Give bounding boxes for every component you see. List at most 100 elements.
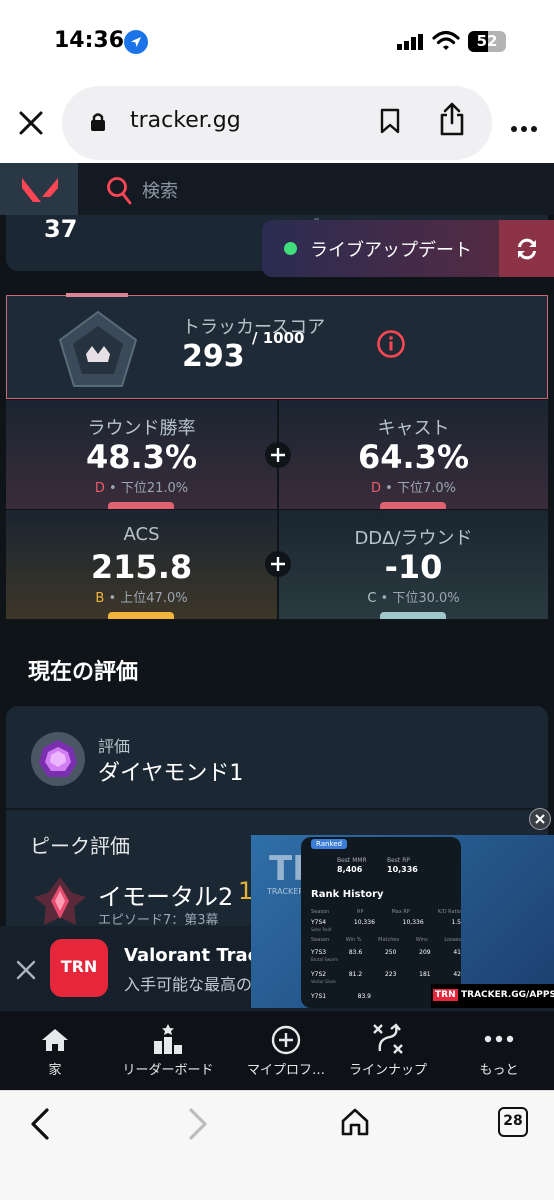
row-wins: 181: [419, 971, 431, 978]
more-icon: [484, 1035, 514, 1043]
stat-value: -10: [384, 548, 443, 586]
row-wins: 209: [419, 949, 431, 956]
battery-icon: 52: [468, 31, 506, 52]
row-win: 83.9: [357, 993, 371, 1000]
video-ad[interactable]: TRN TRACKER NETWORK Ranked Best MMR 8,40…: [251, 835, 554, 1008]
battery-level: 52: [476, 32, 498, 50]
stat-label: ACS: [123, 524, 160, 545]
add-stat-icon[interactable]: [265, 442, 291, 468]
row-season-name: Brutal Swarm: [311, 957, 339, 962]
clock: 14:36: [54, 28, 125, 53]
stat-value: 64.3%: [357, 438, 469, 476]
lock-icon: [90, 112, 106, 136]
stat-percentile: • 下位30.0%: [376, 591, 460, 606]
stat-tile: ラウンド勝率 48.3% D • 下位21.0%: [6, 400, 277, 509]
video-footer: TRN TRACKER.GG/APPS: [431, 984, 554, 1008]
forward-icon[interactable]: [186, 1107, 210, 1145]
address-bar[interactable]: tracker.gg: [62, 86, 492, 160]
footer-logo: TRN: [433, 989, 458, 1001]
tracker-score-max: / 1000: [252, 329, 305, 347]
more-menu-icon[interactable]: [510, 118, 538, 137]
add-circle-icon: [271, 1025, 301, 1055]
rank-history-head-2: Season Win % Matches Wins Losses: [311, 937, 461, 943]
tab-my-profile[interactable]: マイプロフ…: [231, 1011, 341, 1091]
video-phone-frame: Ranked Best MMR 8,406 Best RP 10,336 Ran…: [301, 837, 461, 1008]
row-win: 81.2: [348, 971, 363, 978]
stat-tile: ACS 215.8 B • 上位47.0%: [6, 510, 277, 619]
rank-history-head: Season RP Max RP K/D Ratio: [311, 909, 461, 915]
tab-label: マイプロフ…: [246, 1063, 325, 1078]
stat-bar: [380, 612, 446, 619]
refresh-button[interactable]: [499, 220, 554, 277]
stat-label: キャスト: [377, 418, 450, 439]
status-bar: 14:36 52: [0, 0, 554, 80]
tab-more[interactable]: もっと: [444, 1011, 554, 1091]
row-rp: 10,336: [353, 919, 375, 926]
row-season: Y7S1: [311, 993, 327, 1000]
divider: [6, 808, 548, 810]
live-update-banner[interactable]: ライブアップデート: [262, 220, 554, 277]
tab-label: もっと: [479, 1063, 519, 1078]
share-icon[interactable]: [438, 102, 466, 140]
col-season: Season: [311, 909, 330, 915]
stat-percentile: • 下位7.0%: [381, 481, 456, 496]
stat-percentile: • 下位21.0%: [104, 481, 189, 496]
trn-app-icon-text: TRN: [60, 957, 98, 976]
stat-value: 215.8: [90, 548, 193, 586]
tab-home[interactable]: 家: [0, 1011, 110, 1091]
row-win: 83.6: [348, 949, 363, 956]
wifi-icon: [432, 30, 460, 56]
search-icon[interactable]: [106, 176, 132, 210]
col-win: Win %: [345, 937, 362, 943]
col-matches: Matches: [378, 937, 400, 943]
page-content: 検索 37 1 ライブアップデート トラッカースコア 293 / 1000 ラウ…: [0, 163, 554, 1090]
stat-bar: [108, 612, 174, 619]
search-input[interactable]: 検索: [142, 177, 178, 203]
bottom-nav: 家 リーダーボード マイプロフ… ラインナップ もっと: [0, 1010, 554, 1090]
tab-lineups[interactable]: ラインナップ: [333, 1011, 443, 1091]
mini-best-mmr: 8,406: [337, 865, 363, 874]
bookmark-icon[interactable]: [380, 108, 400, 138]
rank-history-row: Y7S1 83.9: [311, 993, 371, 1000]
stat-bar: [108, 502, 174, 509]
stat-tile: DDΔ/ラウンド -10 C • 下位30.0%: [279, 510, 548, 619]
rank-history-title: Rank History: [311, 889, 384, 900]
add-stat-icon[interactable]: [265, 551, 291, 577]
close-icon[interactable]: [18, 110, 44, 140]
site-header: [0, 163, 554, 215]
col-losses: Losses: [444, 937, 461, 943]
tab-label: 家: [48, 1063, 62, 1078]
diamond-rank-icon: [30, 731, 86, 791]
row-season: Y7S3: [311, 949, 327, 956]
mini-best-rp-label: Best RP: [387, 857, 410, 864]
stat-tile: キャスト 64.3% D • 下位7.0%: [279, 400, 548, 509]
tab-leaderboard[interactable]: リーダーボード: [113, 1011, 223, 1091]
leaderboard-icon: [154, 1024, 182, 1054]
info-icon[interactable]: [376, 329, 406, 363]
footer-url: TRACKER.GG/APPS: [461, 990, 554, 1000]
row-season: Y7S4: [311, 919, 327, 926]
close-video-icon[interactable]: [529, 808, 551, 830]
col-kd: K/D Ratio: [437, 909, 461, 915]
tab-label: リーダーボード: [122, 1063, 214, 1078]
rank-history-row: Y7S3 83.6 250 209 41: [311, 949, 461, 956]
current-rating-rank: ダイヤモンド1: [98, 761, 244, 786]
current-rating-label: 評価: [98, 737, 131, 756]
ad-title: Valorant Track: [124, 945, 271, 966]
row-season-name: Vector Glare: [311, 979, 336, 984]
browser-bottom-bar: 28: [0, 1090, 554, 1200]
back-icon[interactable]: [28, 1107, 52, 1145]
cellular-signal-icon: [397, 34, 425, 54]
lineup-icon: [373, 1023, 403, 1054]
stat-percentile: • 上位47.0%: [104, 591, 188, 606]
close-ad-icon[interactable]: [16, 960, 36, 984]
valorant-logo-button[interactable]: [0, 163, 78, 215]
col-rp: RP: [357, 909, 364, 915]
rank-history-row: Y7S2 81.2 223 181 42: [311, 971, 461, 978]
col-wins: Wins: [415, 937, 428, 943]
col-max-rp: Max RP: [391, 909, 410, 915]
mini-best-mmr-label: Best MMR: [337, 857, 367, 864]
current-rating-heading: 現在の評価: [28, 660, 139, 685]
home-icon[interactable]: [340, 1107, 370, 1141]
tabs-icon[interactable]: 28: [498, 1107, 528, 1137]
